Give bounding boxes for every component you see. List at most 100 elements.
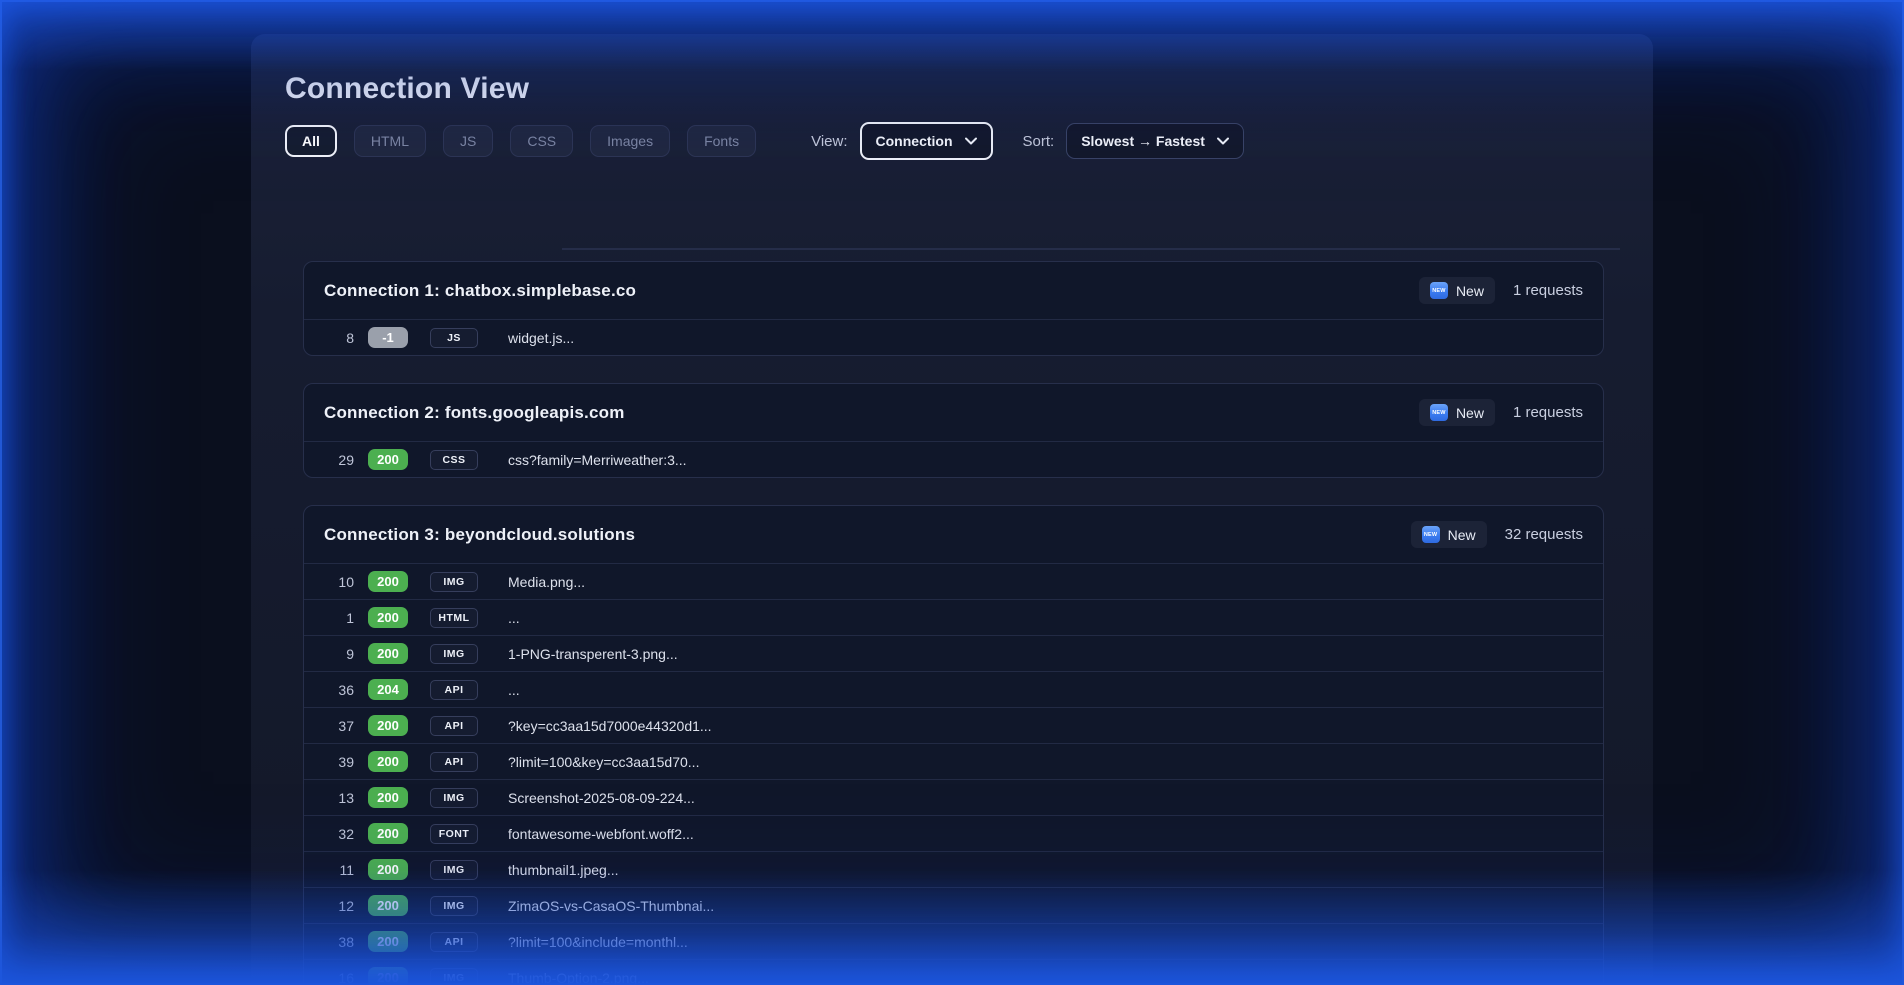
type-badge: CSS — [430, 450, 478, 470]
toolbar: All HTML JS CSS Images Fonts View: Conne… — [285, 122, 1653, 160]
view-select-value: Connection — [876, 133, 953, 149]
connection-title: Connection 1: chatbox.simplebase.co — [324, 281, 636, 301]
connection-header-right: NEW New 32 requests — [1411, 521, 1583, 548]
connection-title: Connection 3: beyondcloud.solutions — [324, 525, 635, 545]
type-badge: IMG — [430, 968, 478, 985]
page-title: Connection View — [285, 72, 1653, 106]
connection-title: Connection 2: fonts.googleapis.com — [324, 403, 625, 423]
request-row[interactable]: 9 200 IMG 1-PNG-transperent-3.png... — [304, 635, 1603, 671]
request-name: widget.js... — [508, 330, 574, 346]
chevron-down-icon — [1217, 137, 1229, 145]
type-badge: IMG — [430, 860, 478, 880]
connection-header[interactable]: Connection 1: chatbox.simplebase.co NEW … — [304, 262, 1603, 319]
status-badge: 200 — [368, 643, 408, 664]
view-control-group: View: Connection — [811, 122, 992, 160]
request-index: 39 — [324, 754, 354, 770]
filter-all-button[interactable]: All — [285, 125, 337, 157]
filter-css-button[interactable]: CSS — [510, 125, 573, 157]
filter-html-button[interactable]: HTML — [354, 125, 426, 157]
status-badge: 200 — [368, 859, 408, 880]
chevron-down-icon — [965, 137, 977, 145]
filter-js-button[interactable]: JS — [443, 125, 493, 157]
filter-images-button[interactable]: Images — [590, 125, 670, 157]
request-row[interactable]: 12 200 IMG ZimaOS-vs-CasaOS-Thumbnai... — [304, 887, 1603, 923]
request-row[interactable]: 37 200 API ?key=cc3aa15d7000e44320d1... — [304, 707, 1603, 743]
request-list: 29 200 CSS css?family=Merriweather:3... — [304, 441, 1603, 477]
status-badge: -1 — [368, 327, 408, 348]
request-list: 8 -1 JS widget.js... — [304, 319, 1603, 355]
type-badge: HTML — [430, 608, 478, 628]
status-badge: 200 — [368, 823, 408, 844]
request-row[interactable]: 16 200 IMG Thumb-Option-2.png... — [304, 959, 1603, 985]
request-row[interactable]: 8 -1 JS widget.js... — [304, 319, 1603, 355]
request-row[interactable]: 1 200 HTML ... — [304, 599, 1603, 635]
section-divider — [562, 248, 1620, 250]
new-badge-label: New — [1456, 405, 1484, 421]
request-name: css?family=Merriweather:3... — [508, 452, 687, 468]
type-badge: API — [430, 716, 478, 736]
sort-label: Sort: — [1023, 133, 1055, 150]
sort-control-group: Sort: Slowest → Fastest — [1023, 123, 1244, 159]
request-index: 13 — [324, 790, 354, 806]
request-name: Thumb-Option-2.png... — [508, 970, 649, 985]
new-badge-label: New — [1448, 527, 1476, 543]
request-row[interactable]: 11 200 IMG thumbnail1.jpeg... — [304, 851, 1603, 887]
filter-fonts-button[interactable]: Fonts — [687, 125, 756, 157]
request-name: ?key=cc3aa15d7000e44320d1... — [508, 718, 712, 734]
request-count: 1 requests — [1513, 282, 1583, 299]
status-badge: 200 — [368, 931, 408, 952]
request-name: thumbnail1.jpeg... — [508, 862, 619, 878]
request-row[interactable]: 39 200 API ?limit=100&key=cc3aa15d70... — [304, 743, 1603, 779]
sort-select[interactable]: Slowest → Fastest — [1066, 123, 1244, 159]
status-badge: 200 — [368, 449, 408, 470]
request-index: 10 — [324, 574, 354, 590]
type-badge: JS — [430, 328, 478, 348]
request-name: fontawesome-webfont.woff2... — [508, 826, 694, 842]
request-row[interactable]: 13 200 IMG Screenshot-2025-08-09-224... — [304, 779, 1603, 815]
new-badge: NEW New — [1419, 277, 1495, 304]
request-index: 37 — [324, 718, 354, 734]
status-badge: 200 — [368, 571, 408, 592]
connection-list: Connection 1: chatbox.simplebase.co NEW … — [303, 261, 1604, 985]
status-badge: 200 — [368, 787, 408, 808]
type-badge: API — [430, 752, 478, 772]
request-name: 1-PNG-transperent-3.png... — [508, 646, 678, 662]
request-name: ... — [508, 610, 520, 626]
type-badge: API — [430, 932, 478, 952]
request-index: 1 — [324, 610, 354, 626]
new-icon: NEW — [1430, 404, 1448, 421]
connection-header[interactable]: Connection 3: beyondcloud.solutions NEW … — [304, 506, 1603, 563]
connection-card: Connection 1: chatbox.simplebase.co NEW … — [303, 261, 1604, 356]
request-name: ?limit=100&key=cc3aa15d70... — [508, 754, 699, 770]
new-badge-label: New — [1456, 283, 1484, 299]
request-index: 16 — [324, 970, 354, 985]
request-index: 32 — [324, 826, 354, 842]
view-label: View: — [811, 133, 847, 150]
connection-header[interactable]: Connection 2: fonts.googleapis.com NEW N… — [304, 384, 1603, 441]
connection-card: Connection 3: beyondcloud.solutions NEW … — [303, 505, 1604, 985]
status-badge: 200 — [368, 967, 408, 985]
sort-select-value: Slowest → Fastest — [1081, 133, 1205, 149]
view-select[interactable]: Connection — [860, 122, 993, 160]
status-badge: 200 — [368, 607, 408, 628]
type-badge: FONT — [430, 824, 478, 844]
status-badge: 200 — [368, 715, 408, 736]
connection-header-right: NEW New 1 requests — [1419, 399, 1583, 426]
request-index: 29 — [324, 452, 354, 468]
request-row[interactable]: 29 200 CSS css?family=Merriweather:3... — [304, 441, 1603, 477]
request-name: ?limit=100&include=monthl... — [508, 934, 688, 950]
request-name: Media.png... — [508, 574, 585, 590]
request-row[interactable]: 32 200 FONT fontawesome-webfont.woff2... — [304, 815, 1603, 851]
status-badge: 200 — [368, 895, 408, 916]
request-row[interactable]: 36 204 API ... — [304, 671, 1603, 707]
type-badge: IMG — [430, 644, 478, 664]
request-list: 10 200 IMG Media.png... 1 200 HTML ... 9… — [304, 563, 1603, 985]
request-row[interactable]: 38 200 API ?limit=100&include=monthl... — [304, 923, 1603, 959]
type-badge: IMG — [430, 572, 478, 592]
request-count: 1 requests — [1513, 404, 1583, 421]
request-index: 8 — [324, 330, 354, 346]
new-badge: NEW New — [1411, 521, 1487, 548]
status-badge: 204 — [368, 679, 408, 700]
request-row[interactable]: 10 200 IMG Media.png... — [304, 563, 1603, 599]
status-badge: 200 — [368, 751, 408, 772]
